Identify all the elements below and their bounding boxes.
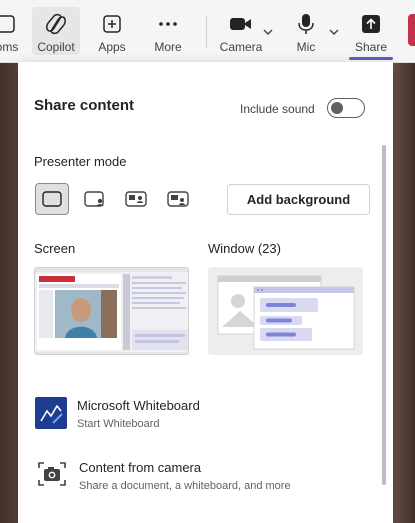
content-only-icon [42, 191, 62, 207]
apps-icon [100, 13, 124, 35]
mic-button[interactable]: Mic [290, 0, 322, 62]
mic-label: Mic [296, 40, 316, 54]
panel-scrollbar[interactable] [382, 145, 386, 485]
share-label: Share [354, 40, 388, 54]
mic-options-chevron-icon[interactable] [329, 24, 339, 35]
share-button[interactable]: Share [352, 0, 390, 62]
mic-icon [294, 13, 318, 35]
more-button[interactable]: More [148, 0, 188, 62]
window-section-label: Window (23) [208, 241, 281, 256]
whiteboard-title: Microsoft Whiteboard [77, 398, 200, 413]
camera-content-title: Content from camera [79, 460, 202, 475]
whiteboard-icon [35, 397, 67, 429]
side-by-side-icon [125, 191, 147, 207]
camera-content-icon [36, 458, 68, 490]
copilot-button[interactable]: Copilot [32, 0, 80, 62]
screen-preview-image [35, 268, 188, 354]
apps-button[interactable]: Apps [92, 0, 132, 62]
panel-title: Share content [34, 97, 135, 114]
presenter-mode-label: Presenter mode [34, 154, 127, 169]
toggle-knob [331, 102, 343, 114]
screen-section-label: Screen [34, 241, 76, 256]
share-active-indicator [349, 57, 393, 60]
reporter-icon [167, 191, 189, 207]
meeting-toolbar: oms Copilot Apps More Camera [0, 0, 415, 63]
share-icon [359, 13, 383, 35]
window-preview-image [217, 275, 355, 350]
leave-button[interactable] [408, 14, 415, 46]
presenter-mode-content-only-button[interactable] [35, 183, 69, 215]
meeting-background-left [0, 62, 18, 523]
rooms-button[interactable]: oms [0, 0, 20, 62]
camera-label: Camera [219, 40, 263, 54]
rooms-icon [0, 13, 19, 35]
presenter-mode-side-by-side-button[interactable] [119, 183, 153, 215]
rooms-label: oms [0, 40, 19, 54]
camera-icon [229, 13, 253, 35]
presenter-mode-reporter-button[interactable] [161, 183, 195, 215]
screen-thumbnail[interactable] [34, 267, 189, 355]
include-sound-label: Include sound [240, 102, 315, 116]
apps-label: Apps [98, 40, 126, 54]
camera-options-chevron-icon[interactable] [263, 24, 273, 35]
camera-content-subtitle: Share a document, a whiteboard, and more [79, 480, 291, 492]
window-thumbnail[interactable] [208, 267, 363, 355]
more-icon [156, 13, 180, 35]
copilot-label: Copilot [37, 40, 75, 54]
presenter-mode-standout-button[interactable] [78, 183, 112, 215]
meeting-background-right [393, 62, 415, 523]
camera-button[interactable]: Camera [220, 0, 262, 62]
more-label: More [154, 40, 182, 54]
standout-icon [84, 191, 104, 207]
add-background-button[interactable]: Add background [227, 184, 370, 215]
toolbar-divider [206, 16, 207, 48]
whiteboard-subtitle: Start Whiteboard [77, 418, 160, 430]
include-sound-toggle[interactable] [327, 98, 365, 118]
copilot-icon [44, 13, 68, 35]
